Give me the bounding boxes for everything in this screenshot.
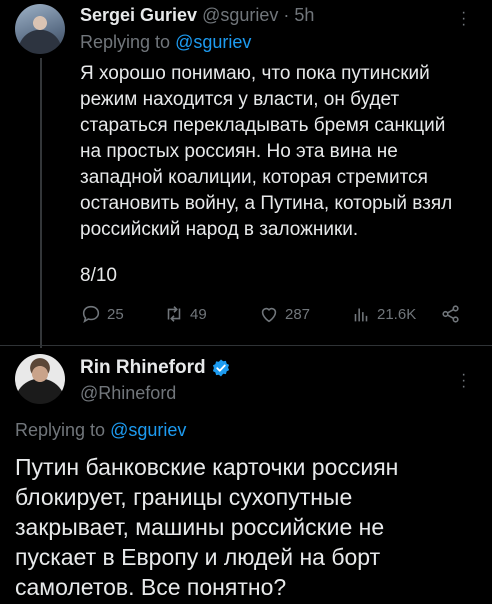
author-name-row: Rin Rhineford — [80, 356, 231, 380]
tweet-text: Я хорошо понимаю, что пока путинский реж… — [80, 63, 453, 240]
heart-icon — [261, 307, 277, 323]
reply-button[interactable]: 25 — [80, 300, 124, 328]
author-handle[interactable]: @sguriev — [202, 5, 278, 25]
thread-counter: 8/10 — [80, 265, 117, 286]
author-name[interactable]: Rin Rhineford — [80, 356, 206, 380]
more-dots-icon[interactable]: · · · — [461, 5, 466, 33]
verified-badge-icon — [212, 359, 229, 377]
views-button[interactable]: 21.6K — [350, 300, 416, 328]
like-button[interactable]: 287 — [258, 300, 310, 328]
author-handle[interactable]: @Rhineford — [80, 381, 176, 405]
replying-handle-link[interactable]: @sguriev — [110, 420, 186, 440]
avatar[interactable] — [15, 4, 65, 54]
retweet-icon — [167, 306, 181, 322]
replying-label: Replying to — [80, 32, 176, 52]
retweet-count: 49 — [190, 305, 207, 323]
author-name[interactable]: Sergei Guriev — [80, 5, 197, 25]
separator: · — [283, 5, 290, 25]
thread-line — [40, 58, 42, 348]
views-count: 21.6K — [377, 305, 417, 323]
replying-to: Replying to @sguriev — [80, 30, 251, 54]
avatar[interactable] — [15, 354, 65, 404]
tweet-sguriev[interactable]: Sergei Guriev @sguriev · 5h · · · Replying… — [0, 0, 492, 348]
replying-to: Replying to @sguriev — [15, 418, 186, 442]
like-count: 287 — [285, 305, 311, 323]
views-bar-chart-icon — [354, 308, 368, 322]
share-icon — [442, 305, 459, 323]
replying-handle-link[interactable]: @sguriev — [175, 32, 251, 52]
tweet-text: Путин банковские карточки россиян блокир… — [15, 454, 399, 600]
replying-label: Replying to — [15, 420, 111, 440]
reply-count: 25 — [107, 305, 124, 323]
retweet-button[interactable]: 49 — [163, 300, 207, 328]
share-button[interactable] — [440, 300, 462, 328]
tweet-actions: 25 49 287 21.6K — [80, 300, 475, 328]
reply-icon — [82, 305, 100, 324]
more-dots-icon[interactable]: · · · — [461, 367, 466, 395]
timestamp[interactable]: 5h — [294, 5, 314, 25]
tweet-header: Sergei Guriev @sguriev · 5h — [80, 4, 314, 26]
tweet-divider — [0, 345, 492, 346]
